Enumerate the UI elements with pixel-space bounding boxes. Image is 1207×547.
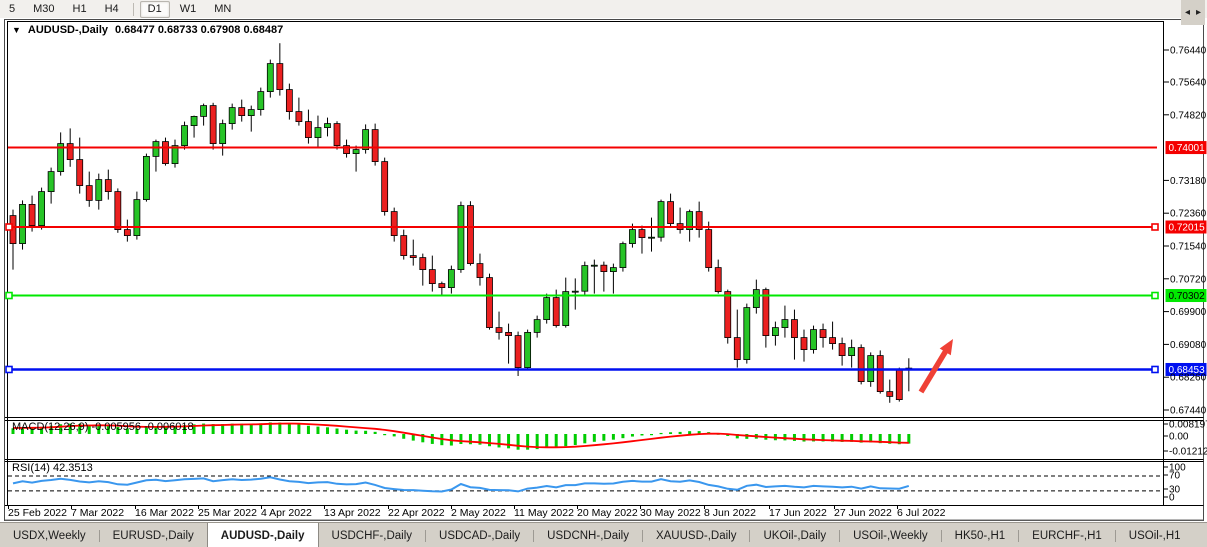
svg-text:4 Apr 2022: 4 Apr 2022: [261, 507, 312, 519]
chart-tab-audusd-daily[interactable]: AUDUSD-,Daily: [207, 523, 319, 547]
macd-indicator-label: MACD(12,26,9) -0.005956 -0.006018: [12, 421, 194, 433]
chart-tab-xauusd-daily[interactable]: XAUUSD-,Daily: [643, 523, 750, 547]
svg-text:8 Jun 2022: 8 Jun 2022: [704, 507, 756, 519]
svg-text:0.74820: 0.74820: [1170, 110, 1207, 121]
tab-scroll-controls: ◂ ▸: [1181, 0, 1205, 25]
svg-text:0.69900: 0.69900: [1170, 307, 1207, 318]
chart-symbol-label: AUDUSD-,Daily: [28, 24, 108, 36]
chart-window: 0.740010.720150.703020.684530.764400.756…: [0, 18, 1207, 522]
svg-text:6 Jul 2022: 6 Jul 2022: [897, 507, 946, 519]
timeframe-button-H4[interactable]: H4: [97, 1, 127, 18]
chart-tab-usdcad-daily[interactable]: USDCAD-,Daily: [426, 523, 533, 547]
timeframe-button-D1[interactable]: D1: [140, 1, 170, 18]
svg-text:0.68260: 0.68260: [1170, 373, 1207, 384]
tab-scroll-right-icon[interactable]: ▸: [1196, 7, 1201, 18]
svg-text:0.73180: 0.73180: [1170, 176, 1207, 187]
timeframe-button-H1[interactable]: H1: [65, 1, 95, 18]
svg-text:0.75640: 0.75640: [1170, 78, 1207, 89]
svg-text:-0.01212: -0.01212: [1169, 447, 1207, 458]
svg-text:30 May 2022: 30 May 2022: [640, 507, 701, 519]
timeframe-toolbar: 5M30H1H4 D1W1MN: [0, 0, 1207, 19]
chart-tab-usdx-weekly[interactable]: USDX,Weekly: [0, 523, 99, 547]
chart-tab-hk50-h1[interactable]: HK50-,H1: [942, 523, 1019, 547]
chart-tab-ukoil-daily[interactable]: UKOil-,Daily: [750, 523, 839, 547]
svg-text:0.008197: 0.008197: [1169, 420, 1207, 431]
rsi-indicator-label: RSI(14) 42.3513: [12, 462, 93, 474]
svg-text:0.70720: 0.70720: [1170, 274, 1207, 285]
timeframe-button-W1[interactable]: W1: [172, 1, 205, 18]
tab-scroll-left-icon[interactable]: ◂: [1185, 7, 1190, 18]
svg-text:25 Feb 2022: 25 Feb 2022: [8, 507, 67, 519]
chart-tab-usdcnh-daily[interactable]: USDCNH-,Daily: [534, 523, 642, 547]
svg-text:0: 0: [1169, 493, 1175, 504]
svg-text:11 May 2022: 11 May 2022: [514, 507, 574, 519]
svg-text:0.72015: 0.72015: [1169, 223, 1206, 234]
svg-text:16 Mar 2022: 16 Mar 2022: [135, 507, 194, 519]
chart-tab-usdchf-daily[interactable]: USDCHF-,Daily: [319, 523, 426, 547]
svg-text:2 May 2022: 2 May 2022: [451, 507, 506, 519]
toolbar-separator: [133, 3, 134, 16]
svg-text:0.72360: 0.72360: [1170, 209, 1207, 220]
svg-text:13 Apr 2022: 13 Apr 2022: [324, 507, 381, 519]
timeframe-button-M30[interactable]: M30: [25, 1, 62, 18]
svg-text:0.69080: 0.69080: [1170, 340, 1207, 351]
chart-tab-eurusd-daily[interactable]: EURUSD-,Daily: [100, 523, 207, 547]
svg-text:0.67440: 0.67440: [1170, 406, 1207, 417]
svg-text:27 Jun 2022: 27 Jun 2022: [834, 507, 892, 519]
chart-tab-usoil-weekly[interactable]: USOil-,Weekly: [840, 523, 941, 547]
svg-text:7 Mar 2022: 7 Mar 2022: [71, 507, 124, 519]
chart-ohlc-label: 0.68477 0.68733 0.67908 0.68487: [115, 24, 283, 36]
svg-text:0.74001: 0.74001: [1169, 143, 1206, 154]
svg-text:0.70302: 0.70302: [1169, 291, 1206, 302]
svg-text:70: 70: [1169, 471, 1181, 482]
chart-tab-bar: USDX,WeeklyEURUSD-,DailyAUDUSD-,DailyUSD…: [0, 522, 1207, 547]
svg-text:20 May 2022: 20 May 2022: [577, 507, 638, 519]
chart-title: ▼ AUDUSD-,Daily 0.68477 0.68733 0.67908 …: [12, 24, 283, 36]
svg-text:0.76440: 0.76440: [1170, 46, 1207, 57]
chart-tab-usoil-h1[interactable]: USOil-,H1: [1116, 523, 1194, 547]
svg-text:22 Apr 2022: 22 Apr 2022: [388, 507, 445, 519]
timeframe-button-5[interactable]: 5: [1, 1, 23, 18]
svg-text:0.00: 0.00: [1169, 432, 1189, 443]
chart-canvas[interactable]: 0.740010.720150.703020.684530.764400.756…: [0, 18, 1207, 522]
mt4-terminal: 5M30H1H4 D1W1MN 0.74001 0.72015 0.70302 0.68…: [0, 0, 1207, 547]
chart-menu-icon[interactable]: ▼: [12, 25, 21, 35]
chart-tab-eurchf-h1[interactable]: EURCHF-,H1: [1019, 523, 1115, 547]
svg-text:17 Jun 2022: 17 Jun 2022: [769, 507, 827, 519]
svg-text:0.71540: 0.71540: [1170, 242, 1207, 253]
timeframe-button-MN[interactable]: MN: [206, 1, 239, 18]
svg-text:25 Mar 2022: 25 Mar 2022: [198, 507, 257, 519]
